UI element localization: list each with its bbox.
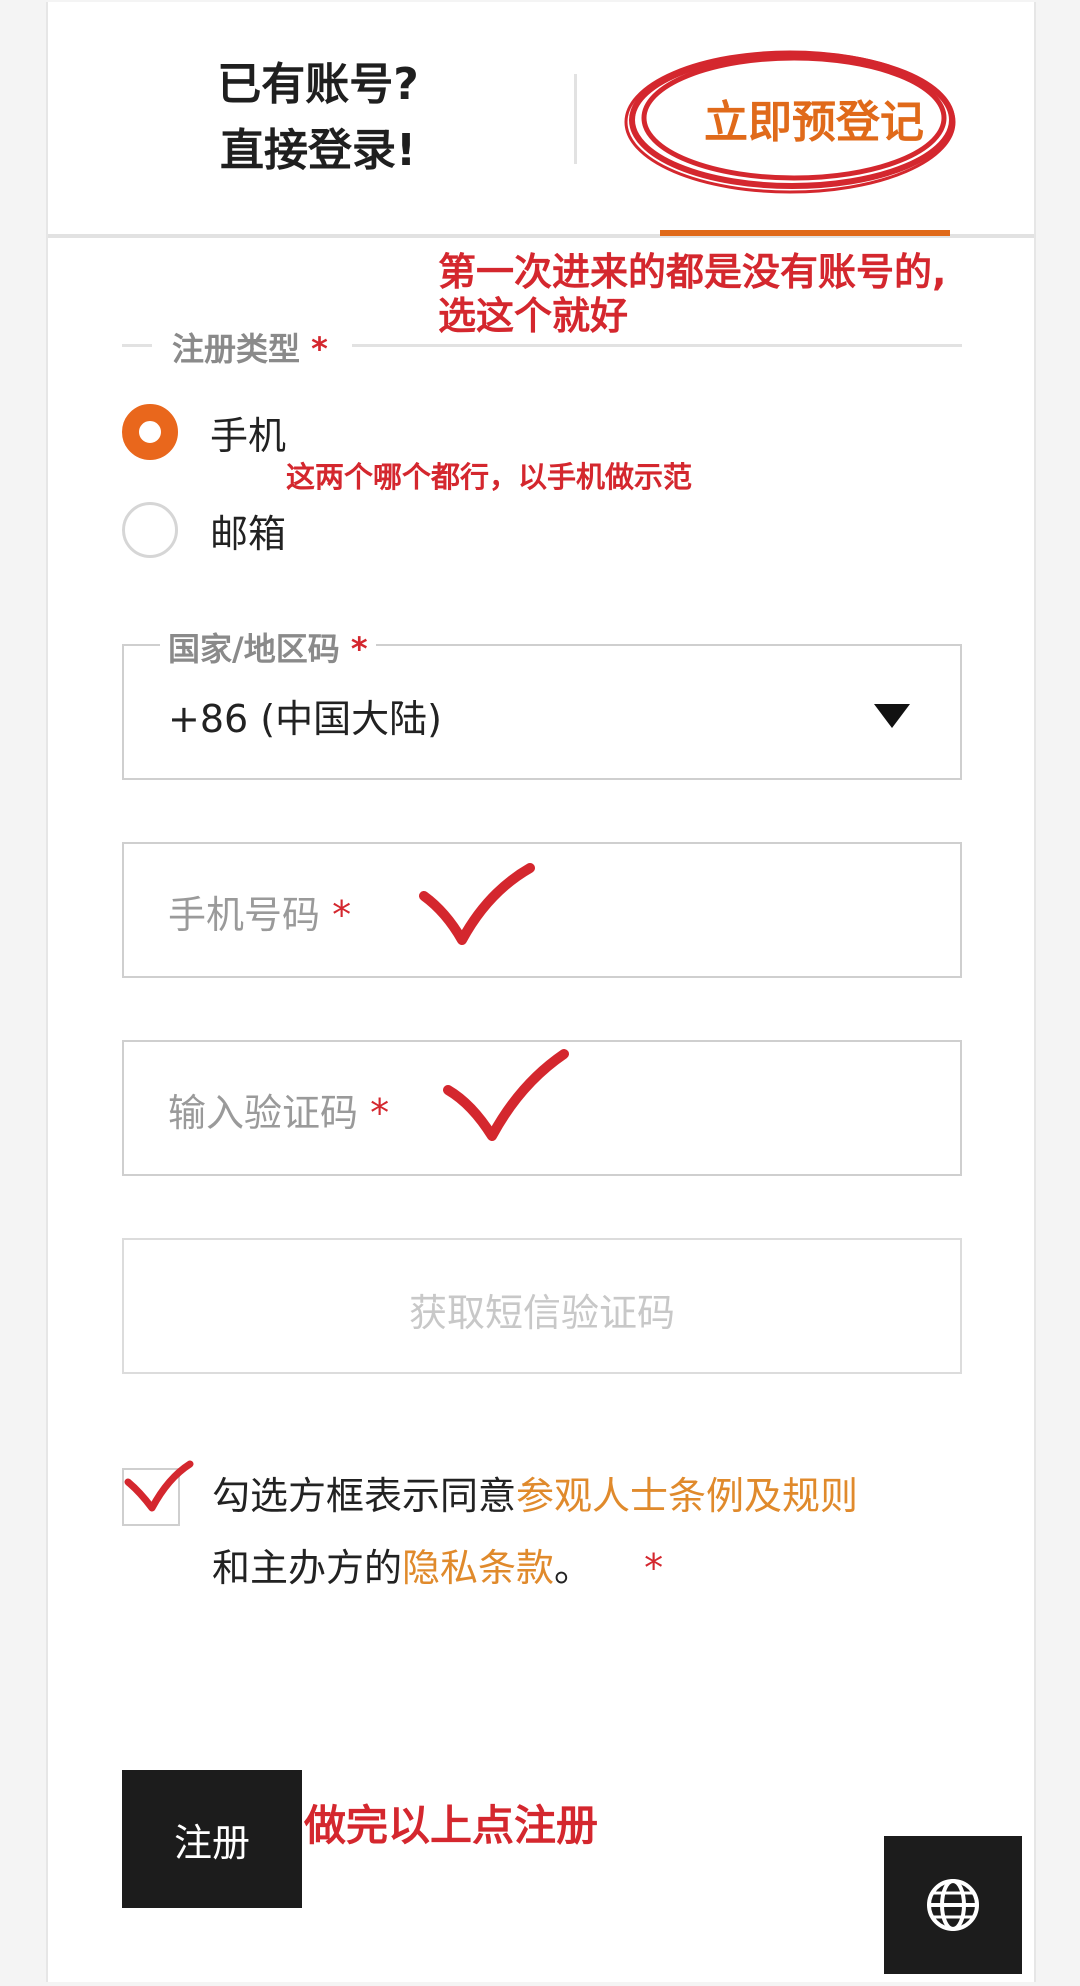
verify-code-input[interactable]: 输入验证码 *: [122, 1040, 962, 1176]
country-code-select[interactable]: 国家/地区码 * +86 (中国大陆): [122, 624, 962, 780]
agreement-text: 勾选方框表示同意参观人士条例及规则 和主办方的隐私条款。 *: [212, 1460, 992, 1604]
tab-login-line2: 直接登录!: [219, 125, 417, 176]
phone-input[interactable]: 手机号码 *: [122, 842, 962, 978]
register-button[interactable]: 注册: [122, 1770, 302, 1908]
register-type-text: 注册类型 *: [166, 324, 334, 370]
agreement-row: 勾选方框表示同意参观人士条例及规则 和主办方的隐私条款。 *: [122, 1460, 982, 1600]
agreement-text-part2: 和主办方的: [212, 1546, 403, 1590]
get-sms-code-label: 获取短信验证码: [408, 1291, 675, 1335]
annotation-either-ok: 这两个哪个都行，以手机做示范: [286, 460, 693, 494]
tab-login-line1: 已有账号?: [217, 59, 419, 110]
phone-placeholder: 手机号码 *: [168, 893, 352, 937]
radio-email-label: 邮箱: [210, 511, 287, 556]
language-button[interactable]: [884, 1836, 1022, 1974]
tab-register[interactable]: 立即预登记: [664, 86, 964, 150]
label-line-left: [122, 344, 152, 347]
radio-email[interactable]: 邮箱: [122, 498, 286, 562]
tab-bar: 已有账号? 直接登录! 立即预登记: [48, 2, 1034, 238]
registration-card: 已有账号? 直接登录! 立即预登记 第一次进来的都是没有账号的, 选这个就好 注…: [46, 2, 1036, 1982]
annotation-first-time-line1: 第一次进来的都是没有账号的,: [438, 250, 947, 294]
register-type-label: 注册类型 *: [122, 324, 962, 370]
radio-phone[interactable]: 手机: [122, 400, 286, 464]
globe-icon: [927, 1879, 979, 1931]
verify-code-placeholder: 输入验证码 *: [168, 1091, 390, 1135]
visitor-rules-link[interactable]: 参观人士条例及规则: [516, 1474, 858, 1518]
tab-active-underline: [660, 230, 950, 236]
get-sms-code-button[interactable]: 获取短信验证码: [122, 1238, 962, 1374]
agreement-required-mark: *: [644, 1546, 664, 1590]
radio-phone-circle[interactable]: [122, 404, 178, 460]
tab-divider: [574, 74, 577, 164]
radio-phone-label: 手机: [210, 413, 287, 458]
annotation-then-register: 做完以上点注册: [304, 1801, 599, 1850]
agreement-text-part3: 。: [554, 1546, 593, 1590]
agreement-checkbox[interactable]: [122, 1468, 180, 1526]
country-code-value: +86 (中国大陆): [168, 697, 442, 741]
tab-login[interactable]: 已有账号? 直接登录!: [178, 52, 458, 184]
label-line-right: [352, 344, 962, 347]
chevron-down-icon[interactable]: [874, 704, 910, 728]
country-code-label: 国家/地区码 *: [160, 624, 376, 670]
radio-email-circle[interactable]: [122, 502, 178, 558]
agreement-text-part1: 勾选方框表示同意: [212, 1474, 517, 1518]
privacy-policy-link[interactable]: 隐私条款: [402, 1546, 554, 1590]
